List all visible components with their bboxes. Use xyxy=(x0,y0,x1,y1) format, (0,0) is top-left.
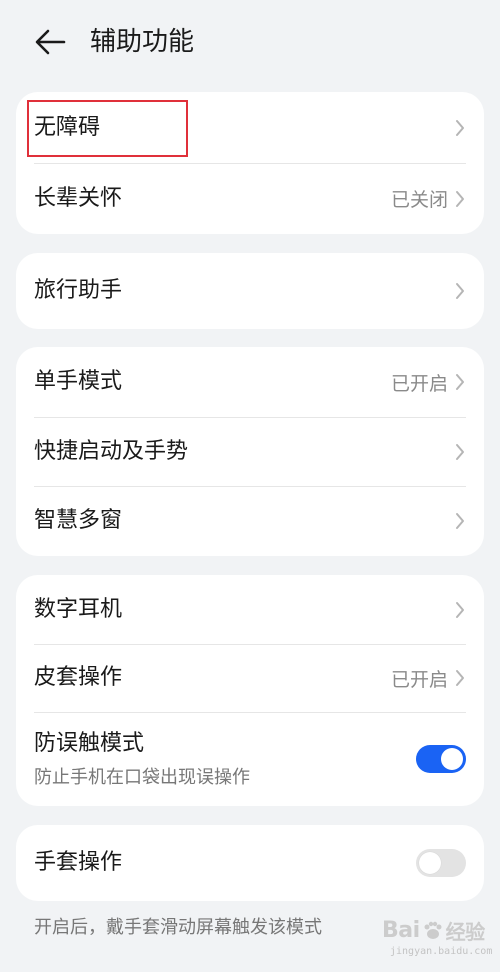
row-one-handed-mode[interactable]: 单手模式 已开启 xyxy=(16,347,484,417)
chevron-right-icon xyxy=(454,373,466,391)
row-texts: 防误触模式 防止手机在口袋出现误操作 xyxy=(34,729,416,789)
pocket-mode-toggle[interactable] xyxy=(416,745,466,773)
settings-group-5: 手套操作 xyxy=(16,825,484,901)
row-label: 皮套操作 xyxy=(34,665,123,690)
chevron-right-icon xyxy=(454,512,466,530)
arrow-left-icon xyxy=(35,29,66,55)
row-travel-assistant[interactable]: 旅行助手 xyxy=(16,253,484,329)
paw-logo-icon xyxy=(424,921,442,939)
back-button[interactable] xyxy=(30,24,70,60)
status-value: 已开启 xyxy=(390,668,448,691)
glove-mode-toggle[interactable] xyxy=(416,849,466,877)
page-title: 辅助功能 xyxy=(90,27,195,57)
chevron-right-icon xyxy=(454,190,466,208)
chevron-right-icon xyxy=(454,443,466,461)
row-label: 数字耳机 xyxy=(34,596,123,622)
glove-mode-description: 开启后，戴手套滑动屏幕触发该模式 xyxy=(34,917,322,938)
row-label: 快捷启动及手势 xyxy=(34,438,189,464)
toggle-knob xyxy=(441,748,463,770)
row-shortcuts-gestures[interactable]: 快捷启动及手势 xyxy=(16,417,484,486)
settings-group-2: 旅行助手 xyxy=(16,253,484,329)
row-label: 旅行助手 xyxy=(34,278,123,303)
watermark-brand-2: 经验 xyxy=(445,920,486,944)
watermark: Bai 经验 xyxy=(382,916,485,945)
row-cover-operation[interactable]: 皮套操作 已开启 xyxy=(16,644,484,712)
chevron-right-icon xyxy=(454,669,466,687)
row-label: 长辈关怀 xyxy=(34,185,123,211)
row-label: 手套操作 xyxy=(34,850,123,875)
row-label: 智慧多窗 xyxy=(34,508,123,533)
chevron-right-icon xyxy=(454,119,466,137)
settings-group-4: 数字耳机 皮套操作 已开启 防误触模式 防止手机在口袋出现误操作 xyxy=(16,575,484,806)
toggle-knob xyxy=(419,852,441,874)
row-label: 无障碍 xyxy=(34,114,101,140)
status-value: 已开启 xyxy=(390,372,448,395)
watermark-url: jingyan.baidu.com xyxy=(390,946,493,957)
settings-group-1: 无障碍 长辈关怀 已关闭 xyxy=(16,92,484,234)
watermark-brand: Bai xyxy=(382,918,420,943)
row-glove-mode: 手套操作 xyxy=(16,825,484,901)
status-value: 已关闭 xyxy=(390,189,448,211)
row-label: 单手模式 xyxy=(34,369,123,394)
settings-group-3: 单手模式 已开启 快捷启动及手势 智慧多窗 xyxy=(16,347,484,556)
row-accessibility[interactable]: 无障碍 xyxy=(16,92,484,163)
row-sublabel: 防止手机在口袋出现误操作 xyxy=(34,767,250,788)
chevron-right-icon xyxy=(454,601,466,619)
row-digital-earphone[interactable]: 数字耳机 xyxy=(16,575,484,644)
row-elderly-care[interactable]: 长辈关怀 已关闭 xyxy=(16,163,484,234)
row-pocket-mode: 防误触模式 防止手机在口袋出现误操作 xyxy=(16,712,484,806)
row-smart-multiwindow[interactable]: 智慧多窗 xyxy=(16,486,484,556)
app-header: 辅助功能 xyxy=(0,0,500,86)
row-label: 防误触模式 xyxy=(34,731,145,756)
chevron-right-icon xyxy=(454,282,466,300)
